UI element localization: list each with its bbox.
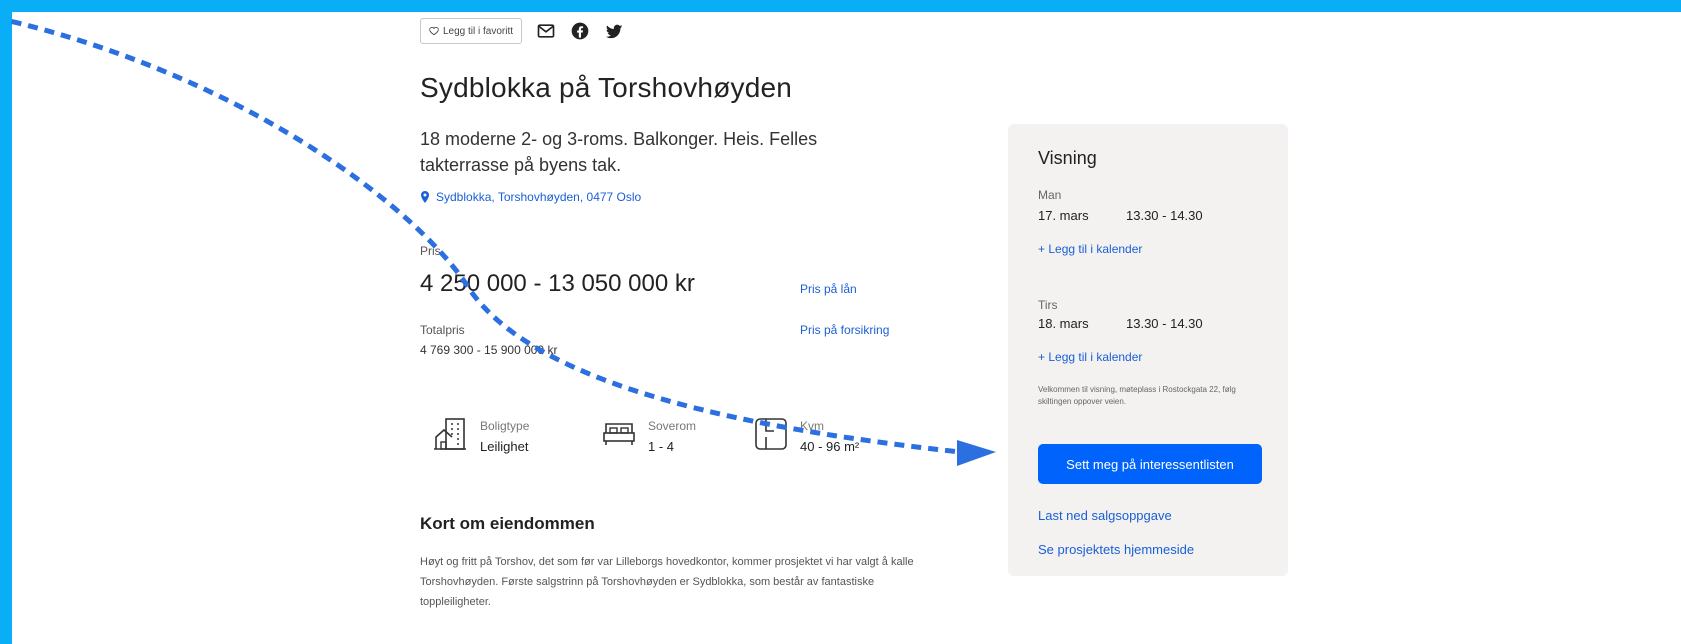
viewing-day: Tirs (1038, 298, 1058, 312)
fact-key: Kvm (800, 419, 824, 433)
favorite-label: Legg til i favoritt (443, 25, 514, 37)
viewing-date: 17. mars (1038, 208, 1089, 223)
fact-value: 40 - 96 m² (800, 439, 860, 454)
twitter-icon[interactable] (604, 21, 624, 41)
key-facts: Boligtype Leilighet Soverom 1 - 4 Kvm 40… (432, 415, 912, 465)
add-to-calendar-link[interactable]: + Legg til i kalender (1038, 350, 1142, 364)
fact-bedrooms: Soverom 1 - 4 (600, 415, 696, 454)
building-icon (432, 415, 470, 453)
bed-icon (600, 415, 638, 453)
fact-key: Soverom (648, 419, 697, 433)
listing-subtitle: 18 moderne 2- og 3-roms. Balkonger. Heis… (420, 129, 818, 175)
project-homepage-link[interactable]: Se prosjektets hjemmeside (1038, 542, 1194, 557)
facebook-icon[interactable] (570, 21, 590, 41)
location-pin-icon (421, 191, 429, 203)
viewing-time: 13.30 - 14.30 (1126, 316, 1203, 331)
mail-icon[interactable] (536, 21, 556, 41)
fact-area: Kvm 40 - 96 m² (752, 415, 859, 454)
floorplan-icon (752, 415, 790, 453)
listing-page: Legg til i favoritt Sydblokka på Torshov… (12, 0, 1681, 644)
share-bar: Legg til i favoritt (420, 18, 624, 44)
heart-icon (429, 27, 439, 36)
price-label: Pris (420, 244, 441, 258)
viewing-day: Man (1038, 188, 1062, 202)
viewing-time: 13.30 - 14.30 (1126, 208, 1203, 223)
insurance-price-link[interactable]: Pris på forsikring (800, 323, 889, 337)
download-prospectus-link[interactable]: Last ned salgsoppgave (1038, 508, 1172, 523)
fact-property-type: Boligtype Leilighet (432, 415, 529, 454)
about-heading: Kort om eiendommen (420, 514, 595, 533)
listing-title: Sydblokka på Torshovhøyden (420, 72, 793, 103)
frame-border (0, 0, 1681, 12)
viewing-panel: Visning Man 17. mars 13.30 - 14.30 + Leg… (1008, 124, 1288, 576)
interest-list-button[interactable]: Sett meg på interessentlisten (1038, 444, 1262, 484)
address-link[interactable]: Sydblokka, Torshovhøyden, 0477 Oslo (420, 190, 641, 204)
about-text: Høyt og fritt på Torshov, det som før va… (420, 556, 914, 608)
address-text: Sydblokka, Torshovhøyden, 0477 Oslo (436, 190, 642, 204)
price-value: 4 250 000 - 13 050 000 kr (420, 270, 695, 297)
total-price-value: 4 769 300 - 15 900 000 kr (420, 343, 558, 357)
fact-value: Leilighet (480, 439, 529, 454)
favorite-button[interactable]: Legg til i favoritt (420, 18, 523, 44)
viewing-heading: Visning (1038, 148, 1097, 168)
total-price-label: Totalpris (420, 323, 465, 337)
loan-price-link[interactable]: Pris på lån (800, 282, 857, 296)
viewing-date: 18. mars (1038, 316, 1089, 331)
fact-value: 1 - 4 (648, 439, 675, 454)
viewing-note: Velkommen til visning, møteplass i Rosto… (1038, 385, 1236, 406)
fact-key: Boligtype (480, 419, 530, 433)
add-to-calendar-link[interactable]: + Legg til i kalender (1038, 242, 1142, 256)
